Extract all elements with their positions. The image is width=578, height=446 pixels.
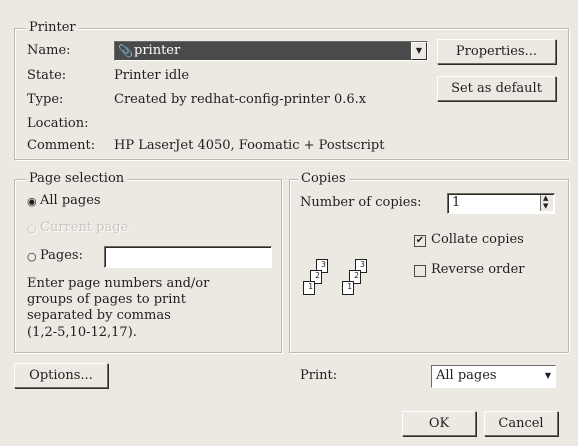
- type-value: Created by redhat-config-printer 0.6.x: [114, 92, 367, 107]
- ok-button[interactable]: OK: [402, 411, 476, 436]
- spin-down-icon[interactable]: ▼: [543, 203, 548, 210]
- collate-illustration-icon: 3 2 1 3 2 1: [298, 257, 378, 307]
- print-combo[interactable]: All pages ▼: [431, 365, 556, 388]
- printer-name-combo[interactable]: 📎 printer: [114, 41, 428, 61]
- collate-label: Collate copies: [431, 232, 524, 247]
- comment-value: HP LaserJet 4050, Foomatic + Postscript: [114, 138, 385, 153]
- name-label: Name:: [27, 43, 71, 58]
- number-of-copies-label: Number of copies:: [300, 195, 422, 210]
- copies-title: Copies: [298, 172, 349, 186]
- state-value: Printer idle: [114, 68, 190, 83]
- chevron-down-icon[interactable]: ▼: [545, 372, 551, 380]
- radio-empty-icon: ○: [27, 222, 37, 235]
- pages-help-line-1: Enter page numbers and/or: [27, 276, 210, 291]
- pages-input[interactable]: [104, 246, 272, 268]
- checkbox-empty-icon[interactable]: [414, 265, 426, 277]
- pages-label: Pages:: [40, 248, 83, 263]
- current-page-label: Current page: [40, 220, 129, 235]
- page-selection-title: Page selection: [26, 172, 128, 186]
- properties-button[interactable]: Properties...: [437, 39, 556, 64]
- printer-dropdown-button[interactable]: ▼: [411, 42, 427, 60]
- chevron-down-icon: ▼: [415, 46, 423, 55]
- radio-selected-icon: ◉: [27, 195, 37, 208]
- reverse-label: Reverse order: [431, 262, 525, 277]
- printer-group-title: Printer: [26, 21, 79, 35]
- all-pages-label: All pages: [40, 193, 101, 208]
- printer-name-value: printer: [134, 43, 181, 58]
- type-label: Type:: [27, 92, 64, 107]
- state-label: State:: [27, 68, 67, 83]
- pages-help-line-3: separated by commas: [27, 308, 171, 323]
- radio-empty-icon: ○: [27, 250, 37, 263]
- spin-up-icon[interactable]: ▲: [543, 195, 548, 202]
- pages-help-line-2: groups of pages to print: [27, 292, 186, 307]
- page-icon: 1: [342, 281, 354, 295]
- location-label: Location:: [27, 116, 89, 131]
- printer-icon: 📎: [118, 44, 133, 58]
- options-button[interactable]: Options...: [14, 363, 108, 388]
- print-combo-value: All pages: [436, 368, 497, 383]
- pages-help-line-4: (1,2-5,10-12,17).: [27, 325, 137, 340]
- print-label: Print:: [300, 368, 338, 383]
- checkmark-icon[interactable]: ✔: [414, 235, 426, 247]
- set-as-default-button[interactable]: Set as default: [437, 76, 556, 101]
- copies-value: 1: [452, 195, 461, 210]
- copies-spin-buttons[interactable]: ▲ ▼: [540, 195, 553, 211]
- cancel-button[interactable]: Cancel: [484, 411, 558, 436]
- page-icon: 1: [303, 281, 315, 295]
- comment-label: Comment:: [27, 138, 96, 153]
- copies-spin-input[interactable]: 1: [447, 193, 555, 214]
